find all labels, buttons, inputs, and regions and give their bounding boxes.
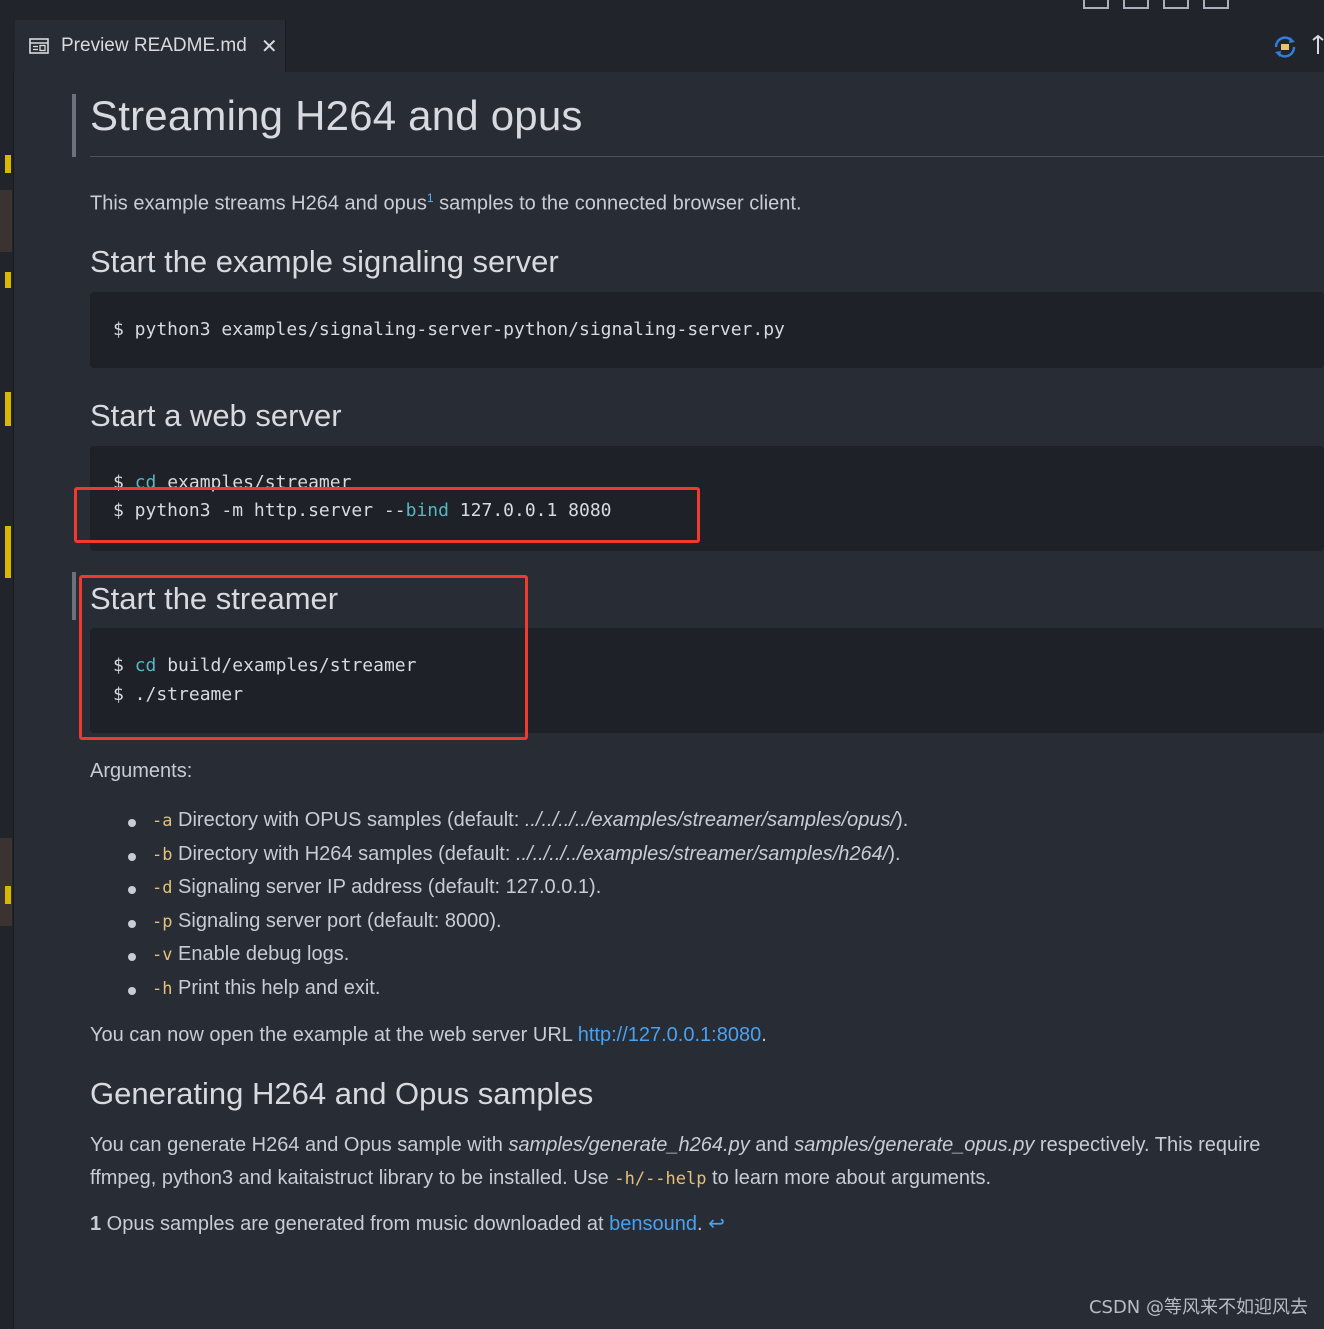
heading-generating: Generating H264 and Opus samples [90, 1076, 594, 1111]
gutter-highlight [0, 190, 12, 252]
flag: -h [152, 978, 173, 999]
arg-text: Directory with H264 samples (default: [172, 842, 516, 865]
layout-icon[interactable] [1123, 0, 1149, 9]
gutter-change-marker [5, 886, 11, 904]
flag: -a [152, 811, 173, 831]
title-divider [90, 156, 1324, 157]
open-text: You can now open the example at the web … [90, 1024, 578, 1046]
arg-text: Directory with OPUS samples (default: [172, 809, 525, 831]
arg-text: Print this help and exit. [172, 976, 381, 999]
close-icon[interactable]: ✕ [261, 34, 278, 58]
preview-icon [29, 38, 49, 54]
code-line: $ python3 examples/signaling-server-pyth… [113, 319, 785, 340]
flag: -d [152, 878, 173, 899]
gutter-change-marker [5, 272, 11, 288]
footnote-ref[interactable]: 1 [427, 191, 434, 205]
heading-signaling: Start the example signaling server [90, 244, 559, 279]
list-item: -a Directory with OPUS samples (default:… [120, 809, 908, 843]
highlight-box [74, 487, 700, 543]
arg-text: Enable debug logs. [172, 943, 350, 966]
footnote-end: . [697, 1213, 709, 1235]
list-item: -d Signaling server IP address (default:… [120, 876, 908, 910]
list-item: -b Directory with H264 samples (default:… [120, 843, 908, 877]
sync-scroll-icon[interactable] [1272, 34, 1298, 60]
layout-icon[interactable] [1203, 0, 1229, 9]
inline-code: -h/--help [614, 1169, 707, 1189]
gen-text: You can generate H264 and Opus sample wi… [90, 1134, 509, 1156]
flag: -v [152, 945, 173, 966]
arg-end: ). [888, 842, 901, 865]
layout-icon[interactable] [1083, 0, 1109, 9]
code-block-signaling: $ python3 examples/signaling-server-pyth… [90, 292, 1324, 368]
arg-text: Signaling server port (default: 8000). [172, 909, 502, 932]
intro-text-end: samples to the connected browser client. [433, 192, 802, 215]
page-title: Streaming H264 and opus [90, 92, 583, 139]
editor-gutter [0, 0, 14, 1329]
gutter-change-marker [5, 392, 11, 426]
watermark: CSDN @等风来不如迎风去 [1088, 1297, 1308, 1318]
gen-text: ffmpeg, python3 and kaitaistruct library… [90, 1167, 615, 1189]
arg-end: ). [896, 809, 909, 831]
list-item: -p Signaling server port (default: 8000)… [120, 910, 908, 944]
gutter-change-marker [5, 526, 11, 578]
tab-preview-readme[interactable]: Preview README.md ✕ [15, 20, 286, 72]
arg-path: ../../../../examples/streamer/samples/op… [524, 809, 897, 831]
list-item: -v Enable debug logs. [120, 943, 908, 977]
gen-text: respectively. This require [1034, 1134, 1261, 1156]
open-end: . [761, 1024, 767, 1046]
open-url-paragraph: You can now open the example at the web … [90, 1024, 767, 1047]
active-line-bar [72, 572, 76, 620]
flag: -p [152, 911, 173, 932]
gen-path: samples/generate_opus.py [794, 1134, 1035, 1156]
intro-text: This example streams H264 and opus [90, 192, 427, 215]
highlight-box [79, 575, 528, 740]
footnote: 1 Opus samples are generated from music … [90, 1211, 725, 1236]
flag: -b [152, 844, 173, 865]
list-item: -h Print this help and exit. [120, 977, 908, 1011]
gutter-change-marker [5, 155, 11, 173]
bensound-link[interactable]: bensound [609, 1213, 697, 1235]
arg-text: Signaling server IP address (default: 12… [172, 876, 602, 899]
layout-controls [1083, 0, 1229, 9]
active-line-bar [72, 94, 76, 157]
server-url-link[interactable]: http://127.0.0.1:8080 [578, 1024, 762, 1046]
tab-bar: Preview README.md ✕ [13, 0, 1324, 72]
generating-paragraph: You can generate H264 and Opus sample wi… [90, 1129, 1310, 1196]
gutter-highlight [0, 838, 12, 926]
footnote-number: 1 [90, 1213, 102, 1235]
open-source-icon[interactable] [1311, 34, 1324, 56]
footnote-back-link[interactable]: ↩ [708, 1213, 725, 1235]
arg-path: ../../../../examples/streamer/samples/h2… [515, 842, 889, 865]
heading-webserver: Start a web server [90, 398, 342, 433]
gen-text: and [749, 1134, 795, 1156]
gen-text: to learn more about arguments. [706, 1167, 992, 1189]
intro-paragraph: This example streams H264 and opus1 samp… [90, 191, 802, 216]
gen-path: samples/generate_h264.py [508, 1134, 750, 1156]
arguments-label: Arguments: [90, 760, 193, 782]
arguments-list: -a Directory with OPUS samples (default:… [120, 809, 908, 1011]
layout-icon[interactable] [1163, 0, 1189, 9]
footnote-text: Opus samples are generated from music do… [101, 1213, 610, 1235]
tab-title: Preview README.md [61, 35, 247, 56]
